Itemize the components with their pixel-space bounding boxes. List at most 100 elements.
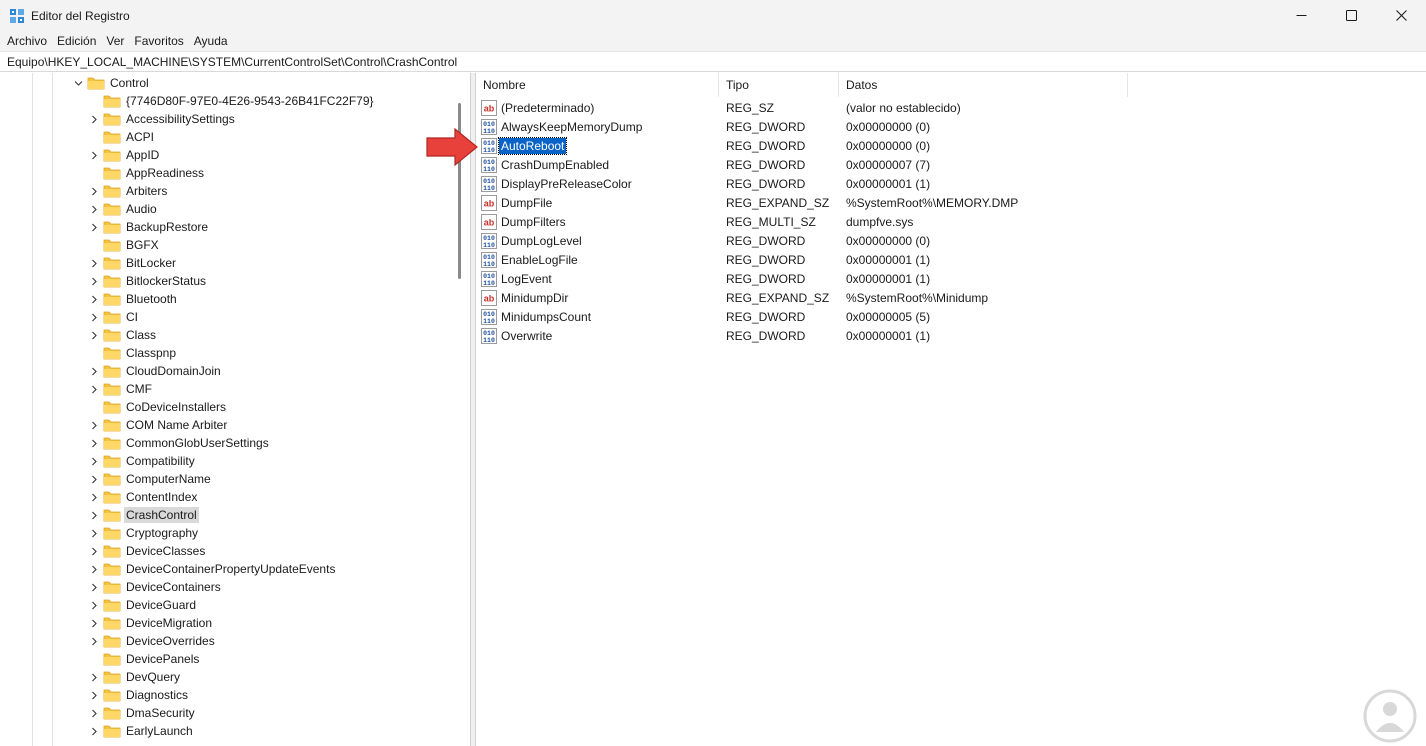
- value-name-cell[interactable]: ab DumpFile: [476, 194, 719, 211]
- value-row[interactable]: 010 110 Overwrite REG_DWORD 0x00000001 (1): [476, 326, 1128, 345]
- tree-item[interactable]: Diagnostics: [88, 686, 190, 704]
- tree-item[interactable]: DeviceMigration: [88, 614, 214, 632]
- value-row[interactable]: 010 110 DumpLogLevel REG_DWORD 0x00000000 (0…: [476, 231, 1128, 250]
- value-row[interactable]: 010 110 AutoReboot REG_DWORD 0x00000000 (0): [476, 136, 1128, 155]
- value-name-cell[interactable]: 010 110 LogEvent: [476, 270, 719, 287]
- tree-item[interactable]: BGFX: [88, 236, 161, 254]
- menu-ayuda[interactable]: Ayuda: [189, 31, 233, 51]
- tree-item[interactable]: Class: [88, 326, 158, 344]
- tree-item[interactable]: Cryptography: [88, 524, 200, 542]
- tree-item[interactable]: DeviceClasses: [88, 542, 207, 560]
- value-row[interactable]: 010 110 AlwaysKeepMemoryDump REG_DWORD 0x000…: [476, 117, 1128, 136]
- chevron-right-icon[interactable]: [88, 416, 100, 434]
- chevron-right-icon[interactable]: [88, 506, 100, 524]
- tree-item[interactable]: DeviceContainers: [88, 578, 223, 596]
- values-list[interactable]: Nombre Tipo Datos ab (Predeterminado) REG_…: [476, 73, 1426, 746]
- value-row[interactable]: 010 110 CrashDumpEnabled REG_DWORD 0x0000000…: [476, 155, 1128, 174]
- maximize-button[interactable]: [1326, 0, 1376, 31]
- chevron-right-icon[interactable]: [88, 722, 100, 740]
- chevron-right-icon[interactable]: [88, 434, 100, 452]
- value-row[interactable]: 010 110 DisplayPreReleaseColor REG_DWORD 0x0…: [476, 174, 1128, 193]
- tree-item[interactable]: CI: [88, 308, 140, 326]
- address-bar[interactable]: Equipo\HKEY_LOCAL_MACHINE\SYSTEM\Current…: [0, 51, 1426, 72]
- tree-item[interactable]: BitLocker: [88, 254, 178, 272]
- minimize-button[interactable]: [1276, 0, 1326, 31]
- chevron-right-icon[interactable]: [88, 452, 100, 470]
- menu-favoritos[interactable]: Favoritos: [129, 31, 188, 51]
- tree-item[interactable]: Audio: [88, 200, 159, 218]
- key-tree[interactable]: Control {7746D80F-97E0-4E26-9543-26B41FC…: [0, 73, 471, 746]
- chevron-right-icon[interactable]: [88, 596, 100, 614]
- column-header-name[interactable]: Nombre: [476, 73, 719, 97]
- value-name-cell[interactable]: 010 110 AutoReboot: [476, 136, 719, 155]
- chevron-right-icon[interactable]: [88, 668, 100, 686]
- chevron-right-icon[interactable]: [88, 542, 100, 560]
- tree-item[interactable]: {7746D80F-97E0-4E26-9543-26B41FC22F79}: [88, 92, 376, 110]
- tree-item[interactable]: BitlockerStatus: [88, 272, 208, 290]
- value-name-cell[interactable]: ab MinidumpDir: [476, 289, 719, 306]
- chevron-right-icon[interactable]: [88, 290, 100, 308]
- value-name-cell[interactable]: 010 110 EnableLogFile: [476, 251, 719, 268]
- column-header-type[interactable]: Tipo: [719, 73, 839, 97]
- value-row[interactable]: ab DumpFilters REG_MULTI_SZ dumpfve.sys: [476, 212, 1128, 231]
- tree-item[interactable]: AppReadiness: [88, 164, 206, 182]
- chevron-right-icon[interactable]: [88, 182, 100, 200]
- value-name-cell[interactable]: 010 110 AlwaysKeepMemoryDump: [476, 118, 719, 135]
- chevron-down-icon[interactable]: [72, 74, 84, 92]
- value-row[interactable]: ab MinidumpDir REG_EXPAND_SZ %SystemRoot%\M…: [476, 288, 1128, 307]
- tree-item[interactable]: DevicePanels: [88, 650, 201, 668]
- chevron-right-icon[interactable]: [88, 578, 100, 596]
- tree-item[interactable]: AppID: [88, 146, 161, 164]
- chevron-right-icon[interactable]: [88, 308, 100, 326]
- tree-item[interactable]: ContentIndex: [88, 488, 199, 506]
- tree-item[interactable]: ComputerName: [88, 470, 213, 488]
- chevron-right-icon[interactable]: [88, 524, 100, 542]
- chevron-right-icon[interactable]: [88, 200, 100, 218]
- tree-item[interactable]: Classpnp: [88, 344, 178, 362]
- value-row[interactable]: ab DumpFile REG_EXPAND_SZ %SystemRoot%\MEMO…: [476, 193, 1128, 212]
- tree-item[interactable]: DmaSecurity: [88, 704, 197, 722]
- tree-item[interactable]: BackupRestore: [88, 218, 210, 236]
- chevron-right-icon[interactable]: [88, 362, 100, 380]
- menu-edicion[interactable]: Edición: [52, 31, 101, 51]
- chevron-right-icon[interactable]: [88, 254, 100, 272]
- chevron-right-icon[interactable]: [88, 110, 100, 128]
- tree-item[interactable]: CrashControl: [88, 506, 199, 524]
- value-name-cell[interactable]: ab DumpFilters: [476, 213, 719, 230]
- close-button[interactable]: [1376, 0, 1426, 31]
- chevron-right-icon[interactable]: [88, 488, 100, 506]
- chevron-right-icon[interactable]: [88, 380, 100, 398]
- tree-item-control[interactable]: Control: [72, 74, 151, 92]
- chevron-right-icon[interactable]: [88, 470, 100, 488]
- value-name-cell[interactable]: 010 110 DisplayPreReleaseColor: [476, 175, 719, 192]
- chevron-right-icon[interactable]: [88, 686, 100, 704]
- value-name-cell[interactable]: ab (Predeterminado): [476, 99, 719, 116]
- menu-ver[interactable]: Ver: [101, 31, 129, 51]
- tree-item[interactable]: DeviceGuard: [88, 596, 198, 614]
- chevron-right-icon[interactable]: [88, 614, 100, 632]
- chevron-right-icon[interactable]: [88, 704, 100, 722]
- chevron-right-icon[interactable]: [88, 632, 100, 650]
- value-name-cell[interactable]: 010 110 Overwrite: [476, 327, 719, 344]
- tree-item[interactable]: Arbiters: [88, 182, 169, 200]
- chevron-right-icon[interactable]: [88, 146, 100, 164]
- value-name-cell[interactable]: 010 110 DumpLogLevel: [476, 232, 719, 249]
- tree-item[interactable]: CoDeviceInstallers: [88, 398, 228, 416]
- tree-item[interactable]: DevQuery: [88, 668, 182, 686]
- tree-item[interactable]: EarlyLaunch: [88, 722, 195, 740]
- value-row[interactable]: 010 110 EnableLogFile REG_DWORD 0x00000001 (…: [476, 250, 1128, 269]
- column-header-data[interactable]: Datos: [839, 73, 1128, 97]
- tree-item[interactable]: CommonGlobUserSettings: [88, 434, 271, 452]
- value-row[interactable]: ab (Predeterminado) REG_SZ (valor no establ…: [476, 98, 1128, 117]
- chevron-right-icon[interactable]: [88, 326, 100, 344]
- tree-item[interactable]: Bluetooth: [88, 290, 179, 308]
- value-name-cell[interactable]: 010 110 CrashDumpEnabled: [476, 156, 719, 173]
- value-row[interactable]: 010 110 LogEvent REG_DWORD 0x00000001 (1): [476, 269, 1128, 288]
- chevron-right-icon[interactable]: [88, 560, 100, 578]
- tree-item[interactable]: COM Name Arbiter: [88, 416, 229, 434]
- tree-item[interactable]: ACPI: [88, 128, 156, 146]
- tree-item[interactable]: DeviceContainerPropertyUpdateEvents: [88, 560, 337, 578]
- tree-item[interactable]: CMF: [88, 380, 154, 398]
- tree-item[interactable]: DeviceOverrides: [88, 632, 217, 650]
- value-row[interactable]: 010 110 MinidumpsCount REG_DWORD 0x00000005 …: [476, 307, 1128, 326]
